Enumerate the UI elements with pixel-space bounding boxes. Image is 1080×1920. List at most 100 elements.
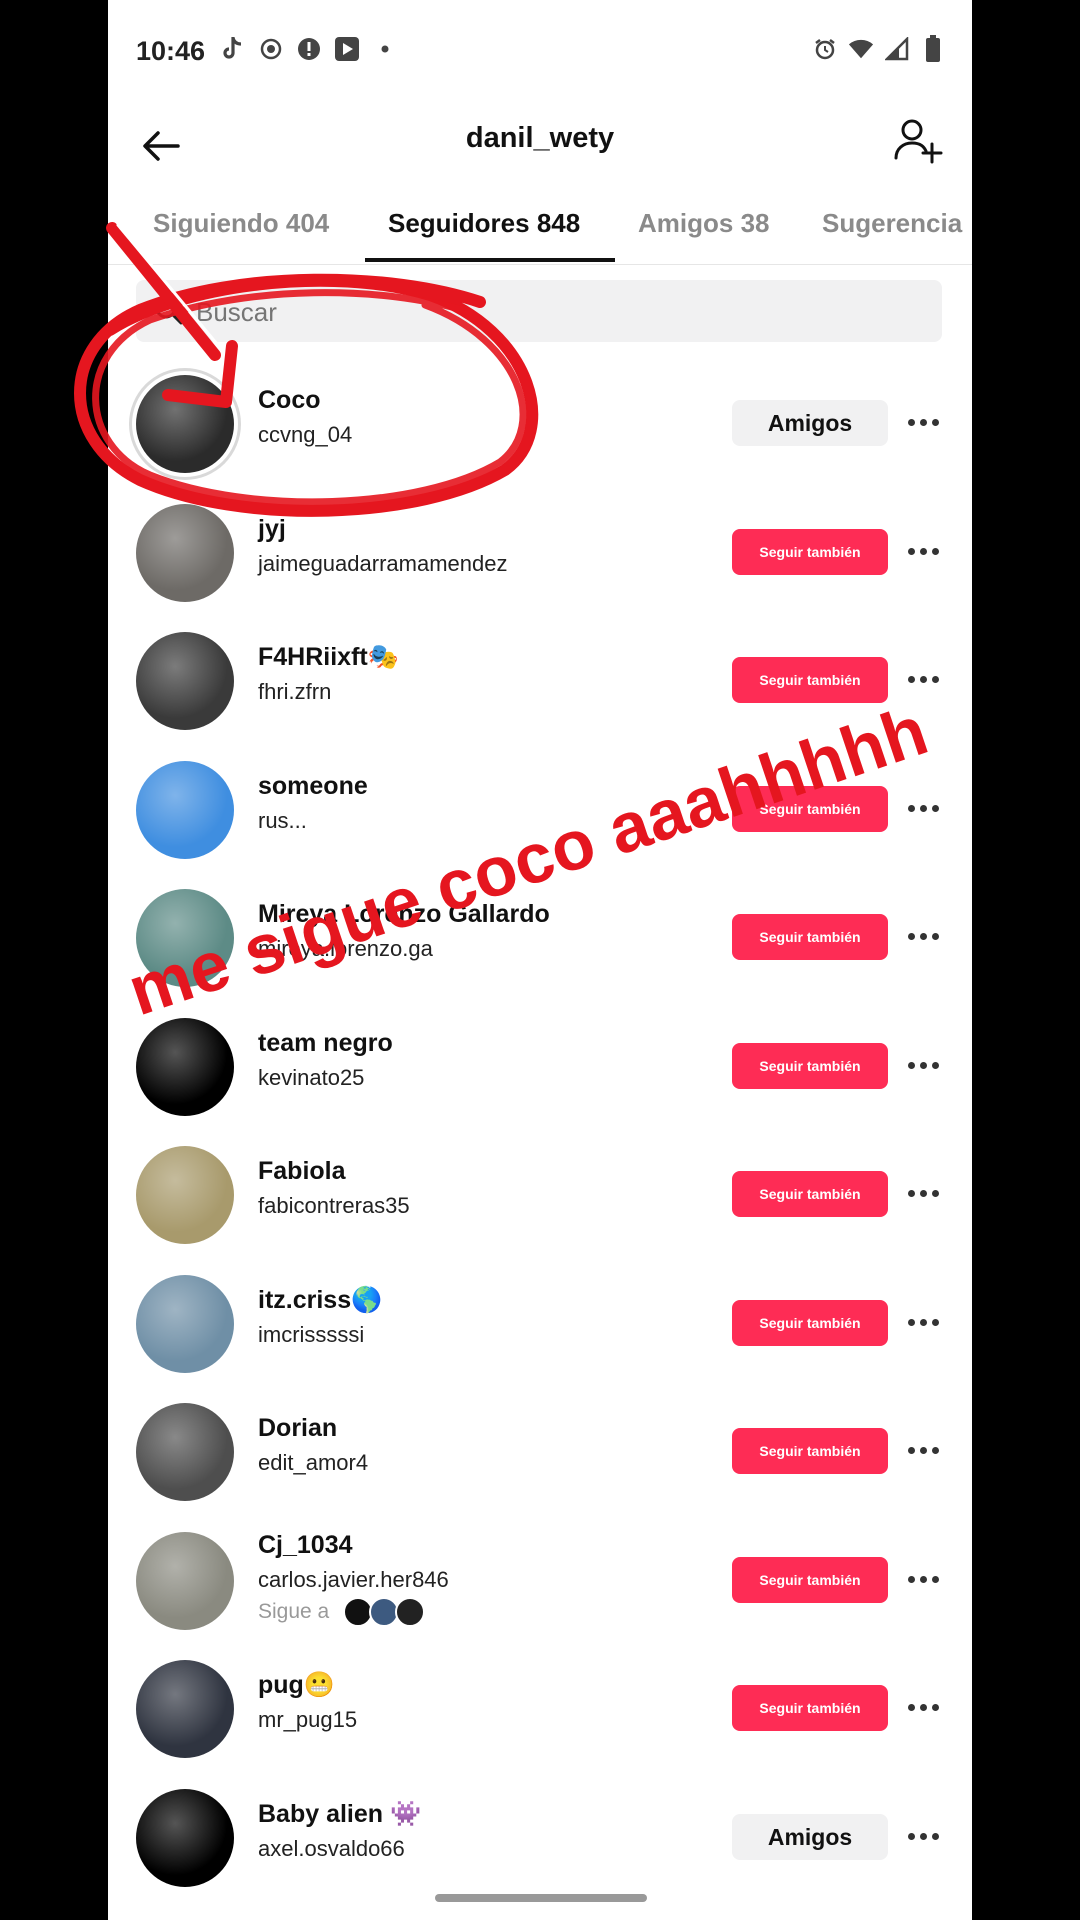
- app-header: danil_wety: [108, 104, 972, 194]
- avatar[interactable]: [136, 1275, 234, 1373]
- follow-back-button[interactable]: Seguir también: [732, 786, 888, 832]
- more-options-icon[interactable]: [908, 414, 948, 430]
- more-dot: [908, 1703, 915, 1711]
- list-item[interactable]: Baby alien 👾 axel.osvaldo66 Amigos: [108, 1770, 972, 1898]
- list-item[interactable]: jyj jaimeguadarramamendez Seguir también: [108, 485, 972, 613]
- follow-back-button[interactable]: Seguir también: [732, 1685, 888, 1731]
- list-item[interactable]: team negro kevinato25 Seguir también: [108, 999, 972, 1127]
- status-bar: 10:46: [108, 0, 972, 104]
- follower-name[interactable]: pug😬: [258, 1671, 335, 1700]
- avatar[interactable]: [136, 1532, 234, 1630]
- tab-friends[interactable]: Amigos 38: [638, 208, 770, 239]
- more-options-icon[interactable]: [908, 1571, 948, 1587]
- more-dot: [908, 1832, 915, 1840]
- battery-icon: [920, 35, 946, 62]
- more-dot: [932, 1446, 939, 1454]
- follower-name[interactable]: Coco: [258, 386, 321, 415]
- follow-back-button[interactable]: Seguir también: [732, 1300, 888, 1346]
- more-options-icon[interactable]: [908, 1442, 948, 1458]
- avatar[interactable]: [136, 1789, 234, 1887]
- more-dot: [908, 675, 915, 683]
- avatar[interactable]: [136, 504, 234, 602]
- follower-handle: fabicontreras35: [258, 1193, 410, 1218]
- page-title: danil_wety: [465, 122, 615, 154]
- more-dot: [932, 1703, 939, 1711]
- media-icon: [334, 36, 360, 62]
- follow-back-button[interactable]: Seguir también: [732, 1428, 888, 1474]
- more-options-icon[interactable]: [908, 671, 948, 687]
- avatar[interactable]: [136, 889, 234, 987]
- avatar[interactable]: [136, 1660, 234, 1758]
- avatar[interactable]: [136, 375, 234, 473]
- friends-button[interactable]: Amigos: [732, 400, 888, 446]
- follower-handle: carlos.javier.her846: [258, 1567, 449, 1592]
- more-dot: [908, 932, 915, 940]
- follow-back-button[interactable]: Seguir también: [732, 1043, 888, 1089]
- list-item[interactable]: Fabiola fabicontreras35 Seguir también: [108, 1127, 972, 1255]
- more-options-icon[interactable]: [908, 800, 948, 816]
- more-options-icon[interactable]: [908, 1699, 948, 1715]
- follower-handle: kevinato25: [258, 1065, 365, 1090]
- follow-back-button[interactable]: Seguir también: [732, 1171, 888, 1217]
- tab-bar: Siguiendo 404 Seguidores 848 Amigos 38 S…: [108, 196, 972, 265]
- more-dot: [932, 675, 939, 683]
- more-dot: [932, 418, 939, 426]
- more-options-icon[interactable]: [908, 1057, 948, 1073]
- more-options-icon[interactable]: [908, 1185, 948, 1201]
- add-friend-button[interactable]: [890, 114, 946, 170]
- phone-screen: 10:46 danil_wety Siguiendo 404 Seguidore…: [108, 0, 972, 1920]
- more-dot: [920, 1703, 927, 1711]
- follower-name[interactable]: itz.criss🌎: [258, 1286, 382, 1315]
- search-bar: [136, 280, 942, 342]
- more-dot: [932, 804, 939, 812]
- follower-name[interactable]: Baby alien 👾: [258, 1800, 421, 1829]
- add-user-icon: [894, 119, 943, 164]
- list-item[interactable]: Coco ccvng_04 Amigos: [108, 356, 972, 484]
- home-indicator[interactable]: [435, 1894, 647, 1902]
- more-dot: [920, 1446, 927, 1454]
- more-options-icon[interactable]: [908, 928, 948, 944]
- avatar[interactable]: [136, 1403, 234, 1501]
- friends-button[interactable]: Amigos: [732, 1814, 888, 1860]
- signal-icon: [884, 36, 910, 62]
- more-options-icon[interactable]: [908, 1314, 948, 1330]
- more-options-icon[interactable]: [908, 1828, 948, 1844]
- list-item[interactable]: Cj_1034 carlos.javier.her846 Sigue a Seguir…: [108, 1513, 972, 1641]
- search-icon: [155, 297, 183, 325]
- list-item[interactable]: Dorian edit_amor4 Seguir también: [108, 1384, 972, 1512]
- list-item[interactable]: F4HRiixft🎭 fhri.zfrn Seguir también: [108, 613, 972, 741]
- follow-back-button[interactable]: Seguir también: [732, 657, 888, 703]
- follow-back-button[interactable]: Seguir también: [732, 1557, 888, 1603]
- active-tab-indicator: [365, 258, 615, 262]
- follower-name[interactable]: Dorian: [258, 1414, 337, 1443]
- mutual-avatar: [395, 1597, 426, 1627]
- follow-back-button[interactable]: Seguir también: [732, 529, 888, 575]
- more-dot: [932, 547, 939, 555]
- follower-handle: imcrisssssi: [258, 1322, 365, 1347]
- list-item[interactable]: someone rus... Seguir también: [108, 742, 972, 870]
- more-dot: [920, 675, 927, 683]
- tab-followers[interactable]: Seguidores 848: [388, 208, 580, 239]
- tab-suggestions[interactable]: Sugerencia: [822, 208, 962, 239]
- follower-name[interactable]: jyj: [258, 515, 286, 544]
- avatar[interactable]: [136, 1018, 234, 1116]
- follower-name[interactable]: team negro: [258, 1029, 393, 1058]
- follower-name[interactable]: Mireya Lorenzo Gallardo: [258, 900, 550, 929]
- avatar[interactable]: [136, 632, 234, 730]
- follower-name[interactable]: Fabiola: [258, 1157, 346, 1186]
- follower-name[interactable]: Cj_1034: [258, 1531, 353, 1560]
- list-item[interactable]: Mireya Lorenzo Gallardo mireya.lorenzo.ga…: [108, 870, 972, 998]
- tab-following[interactable]: Siguiendo 404: [153, 208, 329, 239]
- more-dot: [932, 1189, 939, 1197]
- list-item[interactable]: itz.criss🌎 imcrisssssi Seguir también: [108, 1256, 972, 1384]
- alarm-icon: [812, 36, 838, 62]
- avatar[interactable]: [136, 1146, 234, 1244]
- more-options-icon[interactable]: [908, 543, 948, 559]
- list-item[interactable]: pug😬 mr_pug15 Seguir también: [108, 1641, 972, 1769]
- avatar[interactable]: [136, 761, 234, 859]
- follow-back-button[interactable]: Seguir también: [732, 914, 888, 960]
- follower-name[interactable]: someone: [258, 772, 368, 801]
- more-dot: [932, 1832, 939, 1840]
- follower-name[interactable]: F4HRiixft🎭: [258, 643, 399, 672]
- search-input[interactable]: [194, 290, 918, 334]
